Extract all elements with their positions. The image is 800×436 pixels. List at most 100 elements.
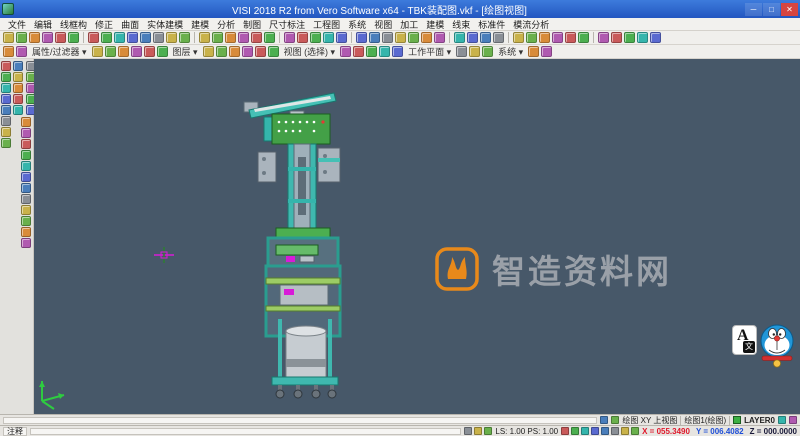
toolbar-icon[interactable] — [1, 94, 11, 104]
toolbar-group-label[interactable]: 工作平面 ▾ — [405, 45, 454, 58]
toolbar-icon[interactable] — [526, 32, 537, 43]
note-field[interactable]: 注释 — [3, 426, 27, 436]
toolbar-group-label[interactable]: 系统 ▾ — [495, 45, 526, 58]
toolbar-icon[interactable] — [202, 46, 214, 57]
toolbar-icon[interactable] — [513, 32, 524, 43]
toolbar-icon[interactable] — [482, 46, 494, 57]
menu-item[interactable]: 线束 — [448, 18, 474, 30]
toolbar-icon[interactable] — [581, 427, 590, 435]
toolbar-icon[interactable] — [179, 32, 190, 43]
active-layer[interactable]: LAYER0 — [744, 416, 775, 425]
toolbar-icon[interactable] — [578, 32, 589, 43]
toolbar-icon[interactable] — [20, 139, 31, 149]
translate-widget[interactable]: A 文 — [732, 325, 757, 355]
toolbar-icon[interactable] — [16, 46, 27, 57]
menu-item[interactable]: 建模 — [422, 18, 448, 30]
toolbar-icon[interactable] — [238, 32, 249, 43]
menu-item[interactable]: 标准件 — [474, 18, 509, 30]
toolbar-icon[interactable] — [637, 32, 648, 43]
toolbar-icon[interactable] — [20, 128, 31, 138]
toolbar-icon[interactable] — [379, 46, 391, 57]
toolbar-icon[interactable] — [228, 46, 240, 57]
toolbar-icon[interactable] — [474, 427, 483, 435]
toolbar-icon[interactable] — [469, 46, 481, 57]
toolbar-icon[interactable] — [55, 32, 66, 43]
toolbar-icon[interactable] — [156, 46, 168, 57]
toolbar-icon[interactable] — [552, 32, 563, 43]
menu-item[interactable]: 制图 — [239, 18, 265, 30]
toolbar-icon[interactable] — [1, 72, 11, 82]
maximize-button[interactable]: □ — [763, 2, 780, 16]
toolbar-icon[interactable] — [13, 61, 23, 71]
toolbar-icon[interactable] — [225, 32, 236, 43]
toolbar-group-label[interactable]: 图层 ▾ — [170, 45, 201, 58]
toolbar-icon[interactable] — [353, 46, 365, 57]
toolbar-icon[interactable] — [13, 72, 23, 82]
toolbar-icon[interactable] — [310, 32, 321, 43]
toolbar-icon[interactable] — [297, 32, 308, 43]
toolbar-icon[interactable] — [264, 32, 275, 43]
layer-manager-icon[interactable] — [778, 416, 786, 424]
menu-item[interactable]: 建模 — [187, 18, 213, 30]
menu-item[interactable]: 系统 — [344, 18, 370, 30]
toolbar-icon[interactable] — [464, 427, 473, 435]
settings-icon[interactable] — [789, 416, 797, 424]
toolbar-icon[interactable] — [215, 46, 227, 57]
toolbar-icon[interactable] — [16, 32, 27, 43]
plane-icon[interactable] — [611, 416, 620, 424]
toolbar-icon[interactable] — [20, 194, 31, 204]
toolbar-icon[interactable] — [456, 46, 468, 57]
toolbar-icon[interactable] — [212, 32, 223, 43]
menu-item[interactable]: 分析 — [213, 18, 239, 30]
toolbar-icon[interactable] — [1, 105, 11, 115]
toolbar-icon[interactable] — [20, 205, 31, 215]
toolbar-icon[interactable] — [91, 46, 103, 57]
menu-item[interactable]: 文件 — [4, 18, 30, 30]
toolbar-icon[interactable] — [127, 32, 138, 43]
menu-item[interactable]: 加工 — [396, 18, 422, 30]
toolbar-group-label[interactable]: 属性/过滤器 ▾ — [29, 45, 90, 58]
toolbar-icon[interactable] — [624, 32, 635, 43]
menu-item[interactable]: 编辑 — [30, 18, 56, 30]
toolbar-icon[interactable] — [20, 227, 31, 237]
toolbar-icon[interactable] — [528, 46, 540, 57]
toolbar-icon[interactable] — [539, 32, 550, 43]
toolbar-icon[interactable] — [591, 427, 600, 435]
toolbar-icon[interactable] — [421, 32, 432, 43]
toolbar-icon[interactable] — [117, 46, 129, 57]
toolbar-icon[interactable] — [340, 46, 352, 57]
toolbar-icon[interactable] — [88, 32, 99, 43]
toolbar-icon[interactable] — [199, 32, 210, 43]
toolbar-icon[interactable] — [1, 116, 11, 126]
toolbar-icon[interactable] — [369, 32, 380, 43]
minimize-button[interactable]: ─ — [745, 2, 762, 16]
toolbar-icon[interactable] — [611, 32, 622, 43]
workplane-status[interactable]: 绘图 XY 上视图 — [622, 415, 677, 425]
toolbar-icon[interactable] — [454, 32, 465, 43]
toolbar-icon[interactable] — [1, 83, 11, 93]
toolbar-icon[interactable] — [101, 32, 112, 43]
toolbar-group-label[interactable]: 视图 (选择) ▾ — [281, 45, 339, 58]
layer-color-swatch[interactable] — [733, 416, 742, 424]
toolbar-icon[interactable] — [20, 172, 31, 182]
viewport-3d[interactable]: 智造资料网 A 文 — [34, 59, 800, 414]
toolbar-icon[interactable] — [395, 32, 406, 43]
toolbar-icon[interactable] — [153, 32, 164, 43]
toolbar-icon[interactable] — [68, 32, 79, 43]
toolbar-icon[interactable] — [3, 32, 14, 43]
toolbar-icon[interactable] — [104, 46, 116, 57]
command-field[interactable] — [30, 427, 462, 435]
toolbar-icon[interactable] — [392, 46, 404, 57]
menu-item[interactable]: 尺寸标注 — [265, 18, 309, 30]
toolbar-icon[interactable] — [621, 427, 630, 435]
view-mode-icon[interactable] — [600, 416, 609, 424]
toolbar-icon[interactable] — [20, 117, 31, 127]
toolbar-icon[interactable] — [241, 46, 253, 57]
menu-item[interactable]: 曲面 — [117, 18, 143, 30]
toolbar-icon[interactable] — [650, 32, 661, 43]
toolbar-icon[interactable] — [20, 238, 31, 248]
menu-item[interactable]: 工程图 — [309, 18, 344, 30]
toolbar-icon[interactable] — [484, 427, 493, 435]
toolbar-icon[interactable] — [336, 32, 347, 43]
toolbar-icon[interactable] — [565, 32, 576, 43]
